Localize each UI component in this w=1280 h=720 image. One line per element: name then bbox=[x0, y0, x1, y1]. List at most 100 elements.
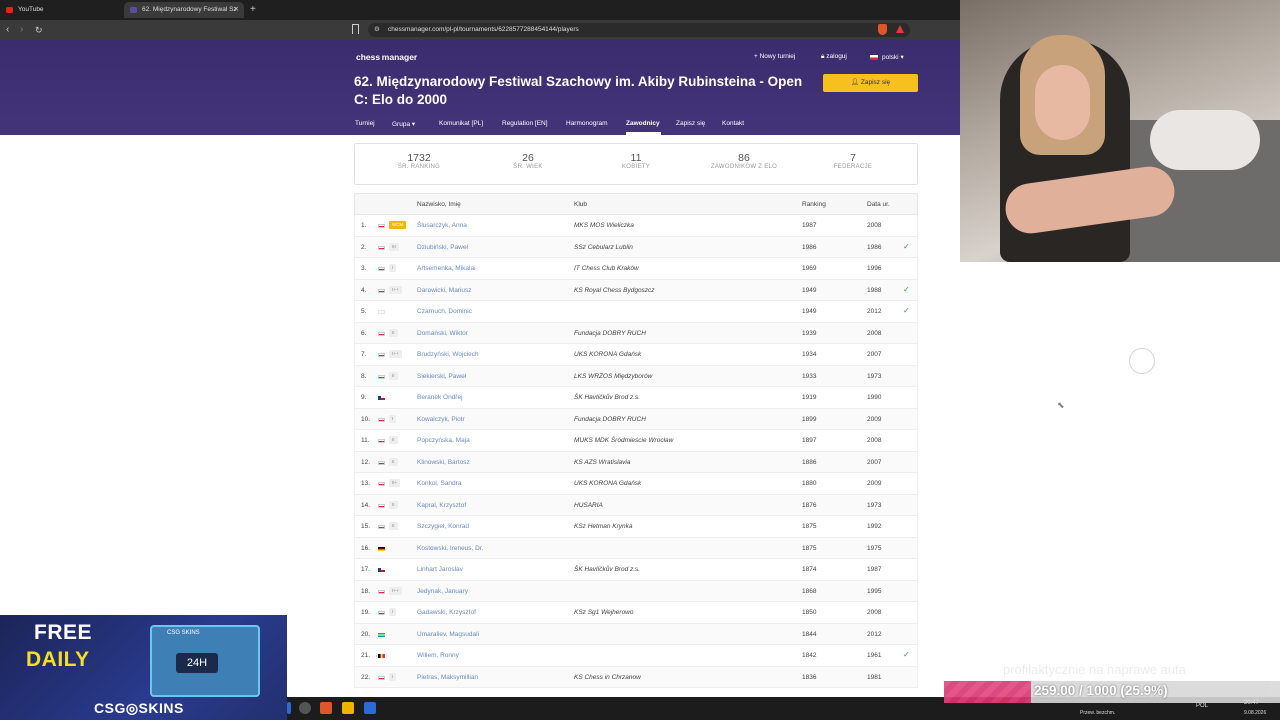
player-name-link[interactable]: Szczygieł, Konrad bbox=[417, 523, 469, 530]
tray-date[interactable]: 9.08.2026 bbox=[1244, 710, 1266, 716]
tab-youtube[interactable]: YouTube bbox=[0, 2, 124, 18]
player-title-badge: I bbox=[389, 672, 397, 681]
forward-icon[interactable]: › bbox=[20, 22, 23, 38]
ad-banner[interactable]: FREE DAILY CSG SKINS 24H CSG◎SKINS bbox=[0, 615, 287, 720]
row-number: 7. bbox=[361, 351, 367, 358]
header-name[interactable]: Nazwisko, Imię bbox=[417, 201, 461, 208]
url-text: chessmanager.com/pl-pl/tournaments/62285… bbox=[388, 26, 579, 33]
player-name-link[interactable]: Pietras, Maksymillian bbox=[417, 674, 478, 681]
player-name-link[interactable]: Kostowski, Ireneus, Dr. bbox=[417, 545, 483, 552]
player-name-link[interactable]: Darowicki, Mariusz bbox=[417, 287, 472, 294]
player-birth-year: 1973 bbox=[867, 501, 882, 509]
menu-zapisz-sie[interactable]: Zapisz się bbox=[676, 120, 705, 127]
player-name-link[interactable]: Konkol, Sandra bbox=[417, 480, 461, 487]
menu-turniej[interactable]: Turniej bbox=[355, 120, 375, 127]
player-name-link[interactable]: Czarnuch, Dominic bbox=[417, 308, 472, 315]
site-logo[interactable]: chess manager bbox=[356, 52, 417, 62]
player-ranking: 1969 bbox=[802, 265, 817, 272]
start-icon[interactable] bbox=[287, 702, 291, 714]
header-ranking[interactable]: Ranking bbox=[802, 201, 826, 208]
new-tab-icon[interactable]: + bbox=[250, 2, 256, 18]
row-number: 14. bbox=[361, 501, 371, 509]
header-club[interactable]: Klub bbox=[574, 201, 587, 208]
player-ranking: 1850 bbox=[802, 609, 817, 616]
close-icon[interactable]: ✕ bbox=[234, 2, 239, 18]
chevron-down-icon: ▾ bbox=[411, 121, 416, 128]
pl-flag-icon bbox=[378, 439, 385, 443]
menu-komunikat[interactable]: Komunikat [PL] bbox=[439, 120, 483, 127]
back-icon[interactable]: ‹ bbox=[6, 22, 9, 38]
header-year[interactable]: Data ur. bbox=[867, 201, 890, 208]
app-icon[interactable] bbox=[364, 702, 376, 714]
menu-grupa[interactable]: Grupa ▾ bbox=[392, 120, 415, 128]
stat-label: ZAWODNIKÓW Z ELO bbox=[710, 164, 778, 170]
language-label: polski bbox=[882, 54, 899, 61]
row-number: 3. bbox=[361, 265, 367, 272]
player-name-link[interactable]: Jedynak, January bbox=[417, 588, 468, 595]
obs-icon[interactable] bbox=[299, 702, 311, 714]
webcam-face bbox=[1035, 65, 1090, 140]
row-number: 5. bbox=[361, 308, 367, 315]
player-name-link[interactable]: Gadawski, Krzysztof bbox=[417, 609, 476, 616]
player-name-link[interactable]: Brudzyński, Wojciech bbox=[417, 351, 479, 358]
player-title-badge: WCM bbox=[389, 221, 407, 229]
de-flag-icon bbox=[378, 546, 385, 551]
tray-language[interactable]: POL bbox=[1196, 703, 1208, 709]
donation-progress-bar: 259.00 / 1000 (25.9%) bbox=[944, 681, 1280, 703]
webcam-pillow bbox=[1150, 110, 1260, 170]
ad-brand: CSG◎SKINS bbox=[94, 700, 184, 716]
player-name-link[interactable]: Linhart Jaroslav bbox=[417, 566, 463, 573]
player-name-link[interactable]: Beranek Ondřej bbox=[417, 394, 463, 401]
tab-chessmanager[interactable]: 62. Międzynarodowy Festiwal Sz ✕ bbox=[124, 2, 244, 18]
language-select[interactable]: polski ▾ bbox=[870, 53, 904, 61]
check-icon: ✓ bbox=[903, 650, 910, 659]
menu-harmonogram[interactable]: Harmonogram bbox=[566, 120, 608, 127]
browser-window: YouTube 62. Międzynarodowy Festiwal Sz ✕… bbox=[0, 0, 960, 720]
menu-kontakt[interactable]: Kontakt bbox=[722, 120, 744, 127]
bookmark-icon[interactable] bbox=[352, 24, 359, 34]
stats-panel: 1732 ŚR. RANKING 26 ŚR. WIEK 11 KOBIETY 86 Z… bbox=[354, 143, 918, 185]
player-name-link[interactable]: Ślusarczyk, Anna bbox=[417, 222, 467, 229]
pl-flag-icon bbox=[378, 482, 385, 486]
menu-zawodnicy[interactable]: Zawodnicy bbox=[626, 120, 660, 127]
brave-rewards-icon[interactable] bbox=[896, 25, 904, 33]
pl-flag-icon bbox=[378, 503, 385, 508]
player-name-link[interactable]: Kowalczyk, Piotr bbox=[417, 416, 465, 423]
player-title-badge: II bbox=[389, 457, 398, 466]
player-name-link[interactable]: Umaraliev, Magsudali bbox=[417, 631, 479, 638]
brave-shield-icon[interactable] bbox=[878, 24, 887, 35]
login-link[interactable]: 🔒︎ zaloguj bbox=[821, 53, 847, 61]
reload-icon[interactable]: ↻ bbox=[35, 22, 43, 38]
player-name-link[interactable]: Kapral, Krzysztof bbox=[417, 502, 466, 509]
pl-flag-icon bbox=[378, 245, 385, 250]
tray-time[interactable]: 20:47 bbox=[1244, 700, 1259, 706]
url-field[interactable]: ⚙ chessmanager.com/pl-pl/tournaments/622… bbox=[368, 23, 910, 37]
player-name-link[interactable]: Artsemenka, Mikalai bbox=[417, 265, 476, 272]
player-name-link[interactable]: Siekierski, Paweł bbox=[417, 373, 466, 380]
player-ranking: 1836 bbox=[802, 673, 817, 681]
ad-box-brand: CSG SKINS bbox=[167, 630, 200, 636]
table-row: 7. I++ Brudzyński, Wojciech UKS KORONA Gdań… bbox=[354, 344, 918, 366]
join-button[interactable]: 👤︎ Zapisz się bbox=[823, 74, 918, 92]
new-tournament-link[interactable]: + Nowy turniej bbox=[754, 53, 795, 60]
player-title-badge: III bbox=[389, 242, 399, 251]
brave-icon[interactable] bbox=[320, 702, 332, 714]
tray-weather[interactable]: Przew. bezchm. bbox=[1080, 710, 1115, 716]
stat-federations: 7 FEDERACJE bbox=[803, 152, 903, 170]
site-settings-icon[interactable]: ⚙ bbox=[374, 23, 380, 37]
menu-regulation[interactable]: Regulation [EN] bbox=[502, 120, 548, 127]
player-name-link[interactable]: Popczyńska, Maja bbox=[417, 437, 470, 444]
player-club: KSz Sg1 Wejherowo bbox=[574, 609, 634, 616]
row-number: 4. bbox=[361, 286, 367, 294]
app-icon[interactable] bbox=[342, 702, 354, 714]
player-ranking: 1939 bbox=[802, 329, 817, 337]
player-title-badge: I++ bbox=[389, 586, 402, 595]
pl-flag-icon bbox=[378, 353, 385, 357]
player-name-link[interactable]: Dziubiński, Paweł bbox=[417, 244, 468, 251]
pl-flag-icon bbox=[378, 525, 385, 529]
row-number: 11. bbox=[361, 437, 370, 444]
player-name-link[interactable]: Willem, Ronny bbox=[417, 652, 459, 659]
player-name-link[interactable]: Domański, Wiktor bbox=[417, 330, 468, 337]
player-name-link[interactable]: Klinowski, Bartosz bbox=[417, 459, 470, 466]
table-row: 17. Linhart Jaroslav ŠK Havlíčkův Brod z.s… bbox=[354, 559, 918, 581]
